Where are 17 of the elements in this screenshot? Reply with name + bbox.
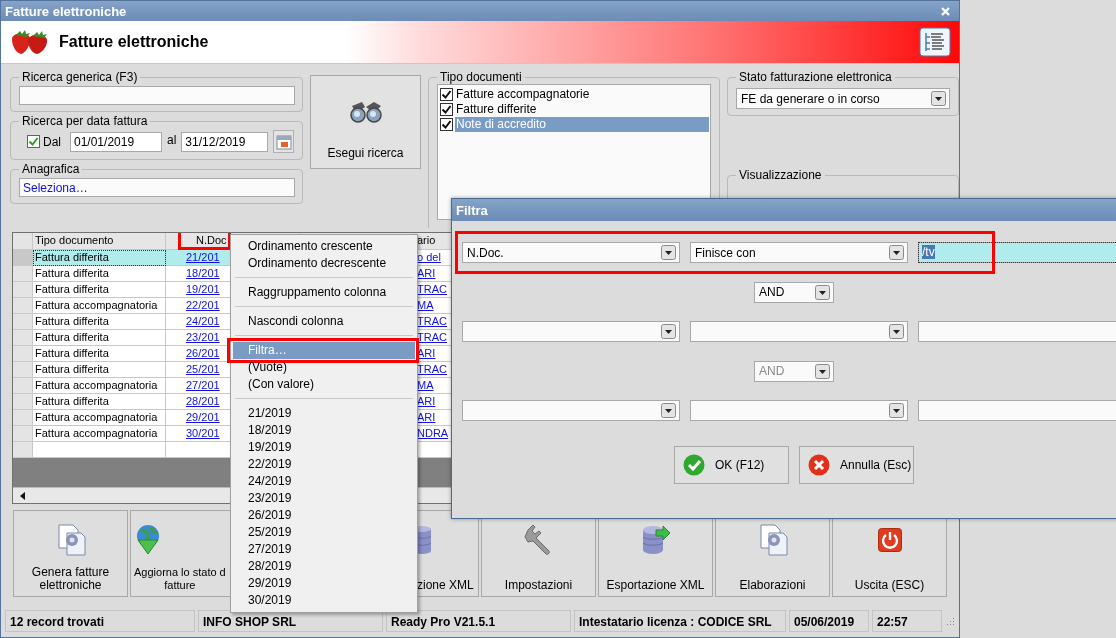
date-label: al: [167, 133, 177, 147]
status-cell: 22:57: [872, 610, 942, 632]
group-label: Stato fatturazione elettronica: [738, 70, 893, 84]
window-title: Fatture elettroniche: [5, 3, 127, 19]
group-label: Tipo documenti: [439, 70, 523, 84]
group-label: Ricerca generica (F3): [21, 70, 139, 84]
group-label: Ricerca per data fattura: [21, 114, 149, 128]
table-cell: Fattura differita: [33, 250, 166, 266]
dialog-title: Filtra: [456, 202, 488, 218]
group-label: Anagrafica: [21, 162, 81, 176]
status-cell: 12 record trovati: [5, 610, 195, 632]
status-cell: Ready Pro V21.5.1: [386, 610, 571, 632]
status-cell: 05/06/2019: [789, 610, 869, 632]
status-cell: Intestatario licenza : CODICE SRL: [574, 610, 786, 632]
checkbox-label: Dal: [43, 134, 61, 149]
group-label: Visualizzazione: [738, 168, 823, 182]
banner-title: Fatture elettroniche: [59, 33, 209, 51]
